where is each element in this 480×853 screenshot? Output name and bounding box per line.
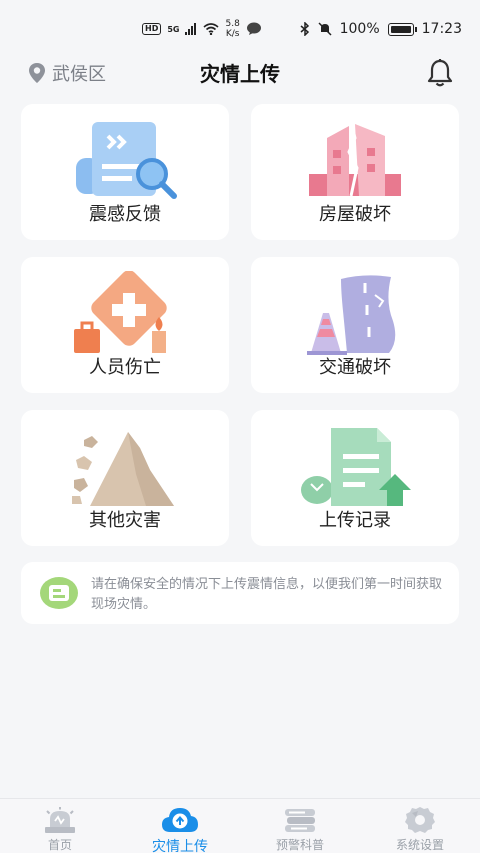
status-bar: HD 5G 5.8 K/s 100% 17:23 [0, 0, 480, 56]
nav-icon-wrap [370, 805, 470, 833]
battery-icon [387, 22, 417, 36]
hd-badge: HD [142, 23, 162, 35]
bluetooth-icon [300, 22, 309, 36]
nav-icon-wrap [10, 805, 110, 833]
document-search-icon [76, 122, 177, 199]
status-left: HD 5G 5.8 K/s [142, 18, 262, 40]
safety-notice: 请在确保安全的情况下上传震情信息，以便我们第一时间获取现场灾情。 [21, 562, 459, 624]
clock: 17:23 [421, 21, 462, 37]
bell-icon [427, 59, 453, 87]
card-label: 交通破坏 [319, 357, 391, 378]
speed-value: 5.8 [225, 19, 240, 29]
card-label: 其他灾害 [89, 510, 161, 531]
info-board-icon [40, 577, 78, 609]
network-speed: 5.8 K/s [225, 19, 239, 39]
card-other-disasters[interactable]: 其他灾害 [21, 410, 229, 546]
bottom-nav: 首页 灾情上传 预警科普 系统设置 [0, 798, 480, 853]
header: 武侯区 灾情上传 [0, 56, 480, 90]
nav-item-disaster-upload[interactable]: 灾情上传 [130, 805, 230, 853]
card-earthquake-feedback[interactable]: 震感反馈 [21, 104, 229, 240]
settings-icon [405, 807, 435, 833]
chat-bubble-icon [246, 22, 261, 35]
nav-item-home[interactable]: 首页 [10, 805, 110, 853]
card-house-damage[interactable]: 房屋破坏 [251, 104, 459, 240]
card-upload-records[interactable]: 上传记录 [251, 410, 459, 546]
nav-item-system-settings[interactable]: 系统设置 [370, 805, 470, 853]
nav-label: 灾情上传 [152, 839, 208, 853]
notification-button[interactable] [426, 58, 454, 92]
cracked-building-icon [309, 121, 401, 197]
page-title: 灾情上传 [200, 62, 280, 86]
battery-percent: 100% [339, 21, 380, 37]
nav-icon-wrap [250, 805, 350, 833]
cracked-road-icon [307, 275, 396, 355]
card-label: 上传记录 [319, 510, 391, 531]
card-label: 人员伤亡 [89, 357, 161, 378]
cloud-upload-icon [162, 808, 198, 832]
speed-unit: K/s [225, 29, 240, 39]
nav-icon-wrap [130, 805, 230, 833]
signal-icon [185, 23, 197, 35]
nav-item-warning-science[interactable]: 预警科普 [250, 805, 350, 853]
card-label: 房屋破坏 [319, 204, 391, 225]
card-label: 震感反馈 [89, 204, 161, 225]
notice-text: 请在确保安全的情况下上传震情信息，以便我们第一时间获取现场灾情。 [91, 577, 443, 612]
landslide-icon [72, 432, 174, 506]
status-right: 100% 17:23 [300, 18, 462, 40]
nav-label: 首页 [47, 838, 72, 852]
nav-label: 预警科普 [275, 838, 324, 852]
book-stack-icon [285, 809, 315, 832]
alarm-icon [45, 807, 75, 833]
card-casualties[interactable]: 人员伤亡 [21, 257, 229, 393]
first-aid-icon [74, 271, 167, 353]
nav-label: 系统设置 [395, 838, 444, 852]
mute-bell-icon [318, 22, 332, 36]
network-type: 5G [167, 24, 180, 34]
card-traffic-damage[interactable]: 交通破坏 [251, 257, 459, 393]
upload-record-icon [301, 428, 411, 506]
wifi-icon [203, 23, 220, 35]
